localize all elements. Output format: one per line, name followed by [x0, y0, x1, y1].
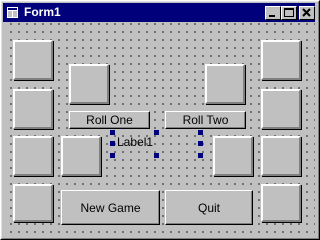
resize-handle-bottom-middle[interactable] — [154, 153, 159, 158]
die-box-left-2[interactable] — [13, 89, 53, 129]
resize-handle-top-right[interactable] — [198, 130, 203, 135]
resize-handle-middle-left[interactable] — [110, 141, 115, 146]
quit-button[interactable]: Quit — [165, 190, 253, 225]
minimize-icon — [269, 15, 275, 17]
resize-handle-top-middle[interactable] — [154, 130, 159, 135]
roll-one-button[interactable]: Roll One — [69, 111, 150, 129]
maximize-button[interactable] — [281, 6, 297, 20]
form-icon — [7, 7, 18, 18]
die-box-center-top-right[interactable] — [205, 64, 245, 104]
die-box-left-3[interactable] — [13, 136, 53, 176]
die-box-right-4[interactable] — [261, 184, 301, 222]
die-box-right-3[interactable] — [261, 136, 301, 176]
form-window: Form1 Roll One Roll Two New Game Quit La… — [0, 0, 320, 240]
die-box-center-top-left[interactable] — [69, 64, 109, 104]
resize-handle-bottom-left[interactable] — [110, 153, 115, 158]
maximize-icon — [284, 8, 294, 17]
minimize-button[interactable] — [265, 6, 281, 20]
die-box-right-2[interactable] — [261, 89, 301, 129]
label1[interactable]: Label1 — [114, 134, 157, 154]
die-box-left-1[interactable] — [13, 40, 53, 80]
resize-handle-top-left[interactable] — [110, 130, 115, 135]
die-box-right-1[interactable] — [261, 40, 301, 80]
resize-handle-middle-right[interactable] — [198, 141, 203, 146]
new-game-button[interactable]: New Game — [61, 190, 160, 225]
window-title: Form1 — [24, 5, 61, 19]
close-button[interactable] — [299, 6, 315, 20]
die-box-center-bottom-left[interactable] — [61, 136, 101, 176]
roll-two-button[interactable]: Roll Two — [165, 111, 246, 129]
close-icon — [302, 8, 311, 17]
resize-handle-bottom-right[interactable] — [198, 153, 203, 158]
label1-text: Label1 — [117, 135, 154, 149]
die-box-center-bottom-right[interactable] — [213, 136, 253, 176]
die-box-left-4[interactable] — [13, 184, 53, 222]
title-bar[interactable]: Form1 — [3, 3, 315, 22]
